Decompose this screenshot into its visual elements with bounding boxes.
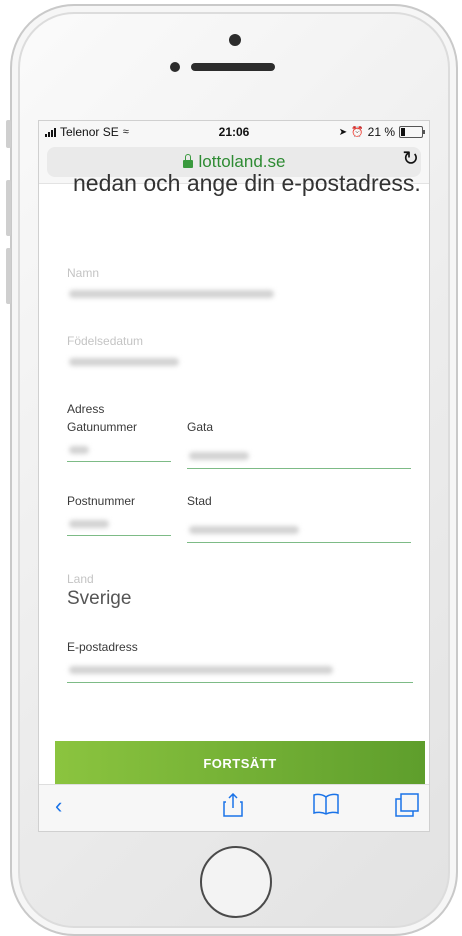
bookmarks-icon[interactable] <box>313 793 339 821</box>
street-number-label: Gatunummer <box>67 420 138 434</box>
city-label: Stad <box>187 494 212 508</box>
postcode-field[interactable] <box>69 520 109 528</box>
url-text: lottoland.se <box>198 152 286 171</box>
postcode-underline <box>67 535 171 536</box>
screen: Telenor SE ≈ 21:06 ➤ ⏰ 21 % lottoland.se… <box>38 120 430 832</box>
name-field[interactable] <box>69 290 274 298</box>
street-number-field[interactable] <box>69 446 89 454</box>
volume-up-button <box>6 180 11 236</box>
battery-icon <box>399 126 425 138</box>
battery-percent: 21 % <box>367 125 395 139</box>
volume-down-button <box>6 248 11 304</box>
share-icon[interactable] <box>223 792 243 823</box>
tabs-icon[interactable] <box>395 793 419 823</box>
dob-label: Födelsedatum <box>67 334 144 348</box>
home-button[interactable] <box>200 846 272 918</box>
earpiece-speaker <box>191 63 275 71</box>
street-field[interactable] <box>189 452 249 460</box>
country-label: Land <box>67 572 94 586</box>
page-heading: nedan och ange din e-postadress. <box>73 170 421 196</box>
mute-switch <box>6 120 11 148</box>
address-label: Adress <box>67 402 105 416</box>
dob-field[interactable] <box>69 358 179 366</box>
browser-toolbar: ‹ <box>39 784 429 831</box>
alarm-icon: ⏰ <box>351 126 364 138</box>
front-camera <box>229 34 241 46</box>
location-icon: ➤ <box>338 126 348 138</box>
form-content: nedan och ange din e-postadress. Namn Fö… <box>39 170 429 796</box>
continue-button[interactable]: FORTSÄTT <box>55 741 425 785</box>
proximity-sensor <box>170 62 180 72</box>
street-underline <box>187 468 411 469</box>
back-icon[interactable]: ‹ <box>55 793 62 819</box>
city-underline <box>187 542 411 543</box>
email-label: E-postadress <box>67 640 138 654</box>
email-underline <box>67 682 413 683</box>
reload-icon[interactable]: ↻ <box>402 146 419 171</box>
country-value[interactable]: Sverige <box>67 588 131 610</box>
street-label: Gata <box>187 420 214 434</box>
status-bar: Telenor SE ≈ 21:06 ➤ ⏰ 21 % <box>39 121 429 143</box>
lock-icon <box>182 154 193 168</box>
city-field[interactable] <box>189 526 299 534</box>
postcode-label: Postnummer <box>67 494 136 508</box>
email-field[interactable] <box>69 666 333 674</box>
street-number-underline <box>67 461 171 462</box>
name-label: Namn <box>67 266 100 280</box>
